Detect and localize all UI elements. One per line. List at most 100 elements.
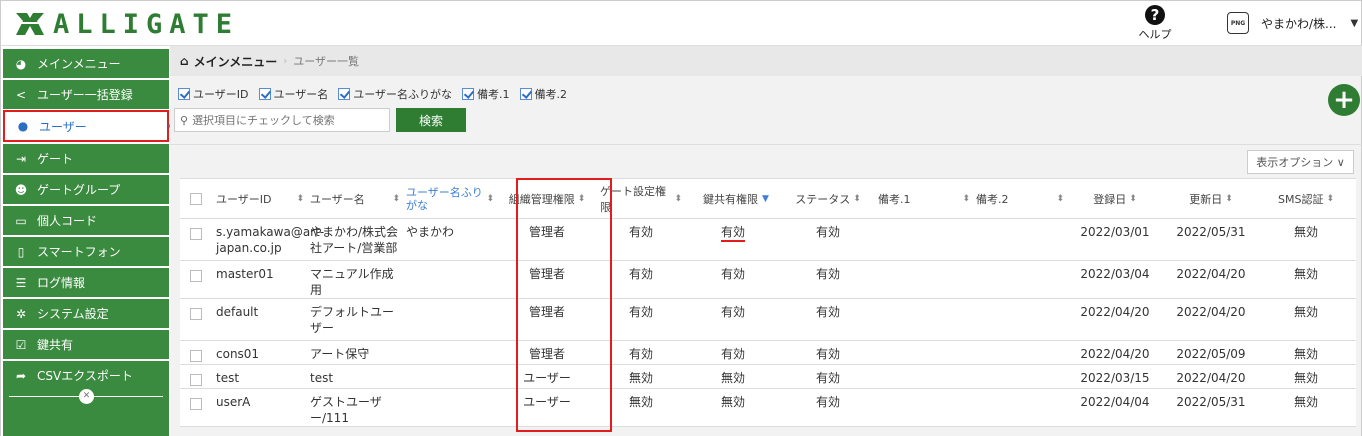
cell-note1 bbox=[878, 219, 976, 260]
sidebar-item-log[interactable]: ☰ ログ情報 bbox=[3, 268, 169, 297]
filter-user-id[interactable]: ユーザーID bbox=[178, 86, 249, 102]
col-header-status[interactable]: ステータス ⬍ bbox=[784, 179, 878, 218]
question-circle-icon: ? bbox=[1145, 5, 1165, 25]
cell-key-share: 有効 bbox=[688, 219, 784, 260]
sidebar-item-smartphone[interactable]: ▯ スマートフォン bbox=[3, 237, 169, 266]
cell-created: 2022/04/20 bbox=[1070, 341, 1166, 364]
cell-note2 bbox=[976, 389, 1070, 426]
display-options-button[interactable]: 表示オプション ∨ bbox=[1247, 150, 1354, 174]
cell-note2 bbox=[976, 341, 1070, 364]
row-checkbox[interactable] bbox=[190, 228, 202, 240]
col-header-org-admin[interactable]: 組織管理権限 ⬍ bbox=[500, 179, 600, 218]
cell-user-kana bbox=[406, 389, 500, 426]
sidebar-item-main-menu[interactable]: ◕ メインメニュー bbox=[3, 49, 169, 78]
sort-icon: ⬍ bbox=[296, 193, 304, 204]
sidebar-item-system-settings[interactable]: ✲ システム設定 bbox=[3, 299, 169, 328]
cell-user-name: マニュアル作成用 bbox=[310, 261, 406, 298]
search-box: ⚲ bbox=[174, 108, 390, 132]
table-row[interactable]: cons01 アート保守 管理者 有効 有効 有効 2022/04/20 2022/05/09… bbox=[180, 341, 1356, 365]
search-icon: ⚲ bbox=[180, 113, 189, 127]
cell-user-name-text: test bbox=[310, 371, 334, 385]
cell-status-text: 有効 bbox=[815, 347, 840, 361]
col-header-updated[interactable]: 更新日 ⬍ bbox=[1166, 179, 1262, 218]
users-icon: ☻ bbox=[14, 182, 28, 197]
table-row[interactable]: test test ユーザー 無効 無効 有効 2022/03/15 2022/04/20 無効 bbox=[180, 365, 1356, 389]
col-header-key-share[interactable]: 鍵共有権限 ▼ bbox=[688, 179, 784, 218]
col-header-user-name[interactable]: ユーザー名 ⬍ bbox=[310, 179, 406, 218]
header-label: ユーザー名ふりがな bbox=[406, 185, 483, 212]
filter-note2[interactable]: 備考.2 bbox=[519, 86, 567, 102]
check-square-icon: ☑ bbox=[15, 337, 27, 352]
table-row[interactable]: master01 マニュアル作成用 管理者 有効 有効 有効 2022/03/04 2022/… bbox=[180, 261, 1356, 299]
col-header-user-kana[interactable]: ユーザー名ふりがな ⬍ bbox=[406, 179, 500, 218]
filter-label: ユーザーID bbox=[193, 88, 249, 101]
cell-gate-setting: 無効 bbox=[600, 389, 688, 426]
sidebar-item-users[interactable]: ● ユーザー bbox=[3, 110, 177, 142]
col-header-gate-setting[interactable]: ゲート設定権限 ⬍ bbox=[600, 179, 688, 218]
sidebar-item-key-share[interactable]: ☑ 鍵共有 bbox=[3, 330, 169, 359]
filter-note1[interactable]: 備考.1 bbox=[462, 86, 510, 102]
row-checkbox[interactable] bbox=[190, 308, 202, 320]
cell-updated: 2022/05/31 bbox=[1166, 219, 1262, 260]
share-arrow-icon: ➦ bbox=[15, 368, 27, 383]
sidebar-item-bulk-register[interactable]: < ユーザー一括登録 bbox=[3, 80, 169, 109]
checkbox[interactable] bbox=[178, 88, 190, 100]
cell-user-id: test bbox=[216, 365, 310, 388]
table-header-row: ユーザーID ⬍ ユーザー名 ⬍ ユーザー名ふりがな ⬍ 組織管理権限 ⬍ ゲート設定権… bbox=[180, 179, 1356, 219]
checkbox[interactable] bbox=[338, 88, 351, 100]
select-all-checkbox[interactable] bbox=[190, 193, 202, 205]
help-button[interactable]: ? ヘルプ bbox=[1135, 5, 1175, 42]
checkbox[interactable] bbox=[519, 88, 532, 100]
cell-gate-setting-text: 無効 bbox=[628, 395, 653, 409]
sidebar-item-gate[interactable]: ⇥ ゲート bbox=[3, 144, 169, 173]
breadcrumb-home[interactable]: ⌂ メインメニュー bbox=[180, 53, 277, 70]
cell-user-kana bbox=[406, 341, 500, 364]
search-input[interactable] bbox=[192, 113, 383, 127]
col-header-created[interactable]: 登録日 ⬍ bbox=[1070, 179, 1166, 218]
filter-label: 備考.1 bbox=[477, 88, 510, 101]
sidebar-item-gate-group[interactable]: ☻ ゲートグループ bbox=[3, 175, 169, 204]
header-label: 備考.1 bbox=[878, 192, 911, 206]
cell-gate-setting: 有効 bbox=[600, 261, 688, 298]
col-header-sms[interactable]: SMS認証 ⬍ bbox=[1262, 179, 1356, 218]
filter-user-kana[interactable]: ユーザー名ふりがな bbox=[338, 86, 452, 102]
filter-user-name[interactable]: ユーザー名 bbox=[258, 86, 328, 102]
cell-note1 bbox=[878, 365, 976, 388]
row-checkbox[interactable] bbox=[190, 398, 202, 410]
slider-knob-icon[interactable]: ✕ bbox=[79, 389, 94, 404]
cell-sms-text: 無効 bbox=[1293, 347, 1318, 361]
cell-key-share: 有効 bbox=[688, 261, 784, 298]
checkbox[interactable] bbox=[258, 88, 271, 100]
alligate-logo[interactable]: ALLIGATE bbox=[13, 7, 239, 41]
table-row[interactable]: default デフォルトユーザー 管理者 有効 有効 有効 2022/04/20 2022/… bbox=[180, 299, 1356, 341]
add-user-button[interactable]: + bbox=[1328, 84, 1360, 116]
cell-user-id: s.yamakawa@art-japan.co.jp bbox=[216, 219, 324, 260]
row-checkbox[interactable] bbox=[190, 270, 202, 282]
col-header-user-id[interactable]: ユーザーID ⬍ bbox=[216, 179, 310, 218]
cell-org-admin: 管理者 bbox=[500, 341, 600, 364]
cell-org-admin: ユーザー bbox=[500, 365, 600, 388]
user-menu[interactable]: PNG やまかわ/株... ▼ bbox=[1227, 12, 1358, 34]
col-header-note1[interactable]: 備考.1 ⬍ bbox=[878, 179, 976, 218]
cell-updated: 2022/05/31 bbox=[1166, 389, 1262, 426]
cell-key-share: 無効 bbox=[688, 365, 784, 388]
sidebar-item-label: スマートフォン bbox=[37, 245, 121, 259]
cell-sms: 無効 bbox=[1262, 261, 1356, 298]
row-checkbox[interactable] bbox=[190, 374, 202, 386]
col-header-note2[interactable]: 備考.2 ⬍ bbox=[976, 179, 1070, 218]
row-checkbox[interactable] bbox=[190, 350, 202, 362]
cell-created-text: 2022/04/04 bbox=[1080, 395, 1150, 409]
cell-status-text: 有効 bbox=[815, 225, 840, 239]
table-row[interactable]: s.yamakawa@art-japan.co.jp やまかわ/株式会社アート/営… bbox=[180, 219, 1356, 261]
header-label: ゲート設定権限 bbox=[600, 184, 666, 214]
sidebar-item-personal-code[interactable]: ▭ 個人コード bbox=[3, 206, 169, 235]
cell-org-admin: 管理者 bbox=[500, 261, 600, 298]
cell-created: 2022/04/04 bbox=[1070, 389, 1166, 426]
cell-user-name: test bbox=[310, 365, 406, 388]
cell-status: 有効 bbox=[784, 219, 878, 260]
checkbox[interactable] bbox=[462, 88, 475, 100]
search-button[interactable]: 検索 bbox=[396, 108, 466, 132]
table-row[interactable]: userA ゲストユーザー/111 ユーザー 無効 無効 有効 2022/04/04 2022… bbox=[180, 389, 1356, 427]
cell-user-name-text: ゲストユーザー/111 bbox=[310, 395, 382, 425]
sort-icon: ⬍ bbox=[1326, 193, 1334, 204]
